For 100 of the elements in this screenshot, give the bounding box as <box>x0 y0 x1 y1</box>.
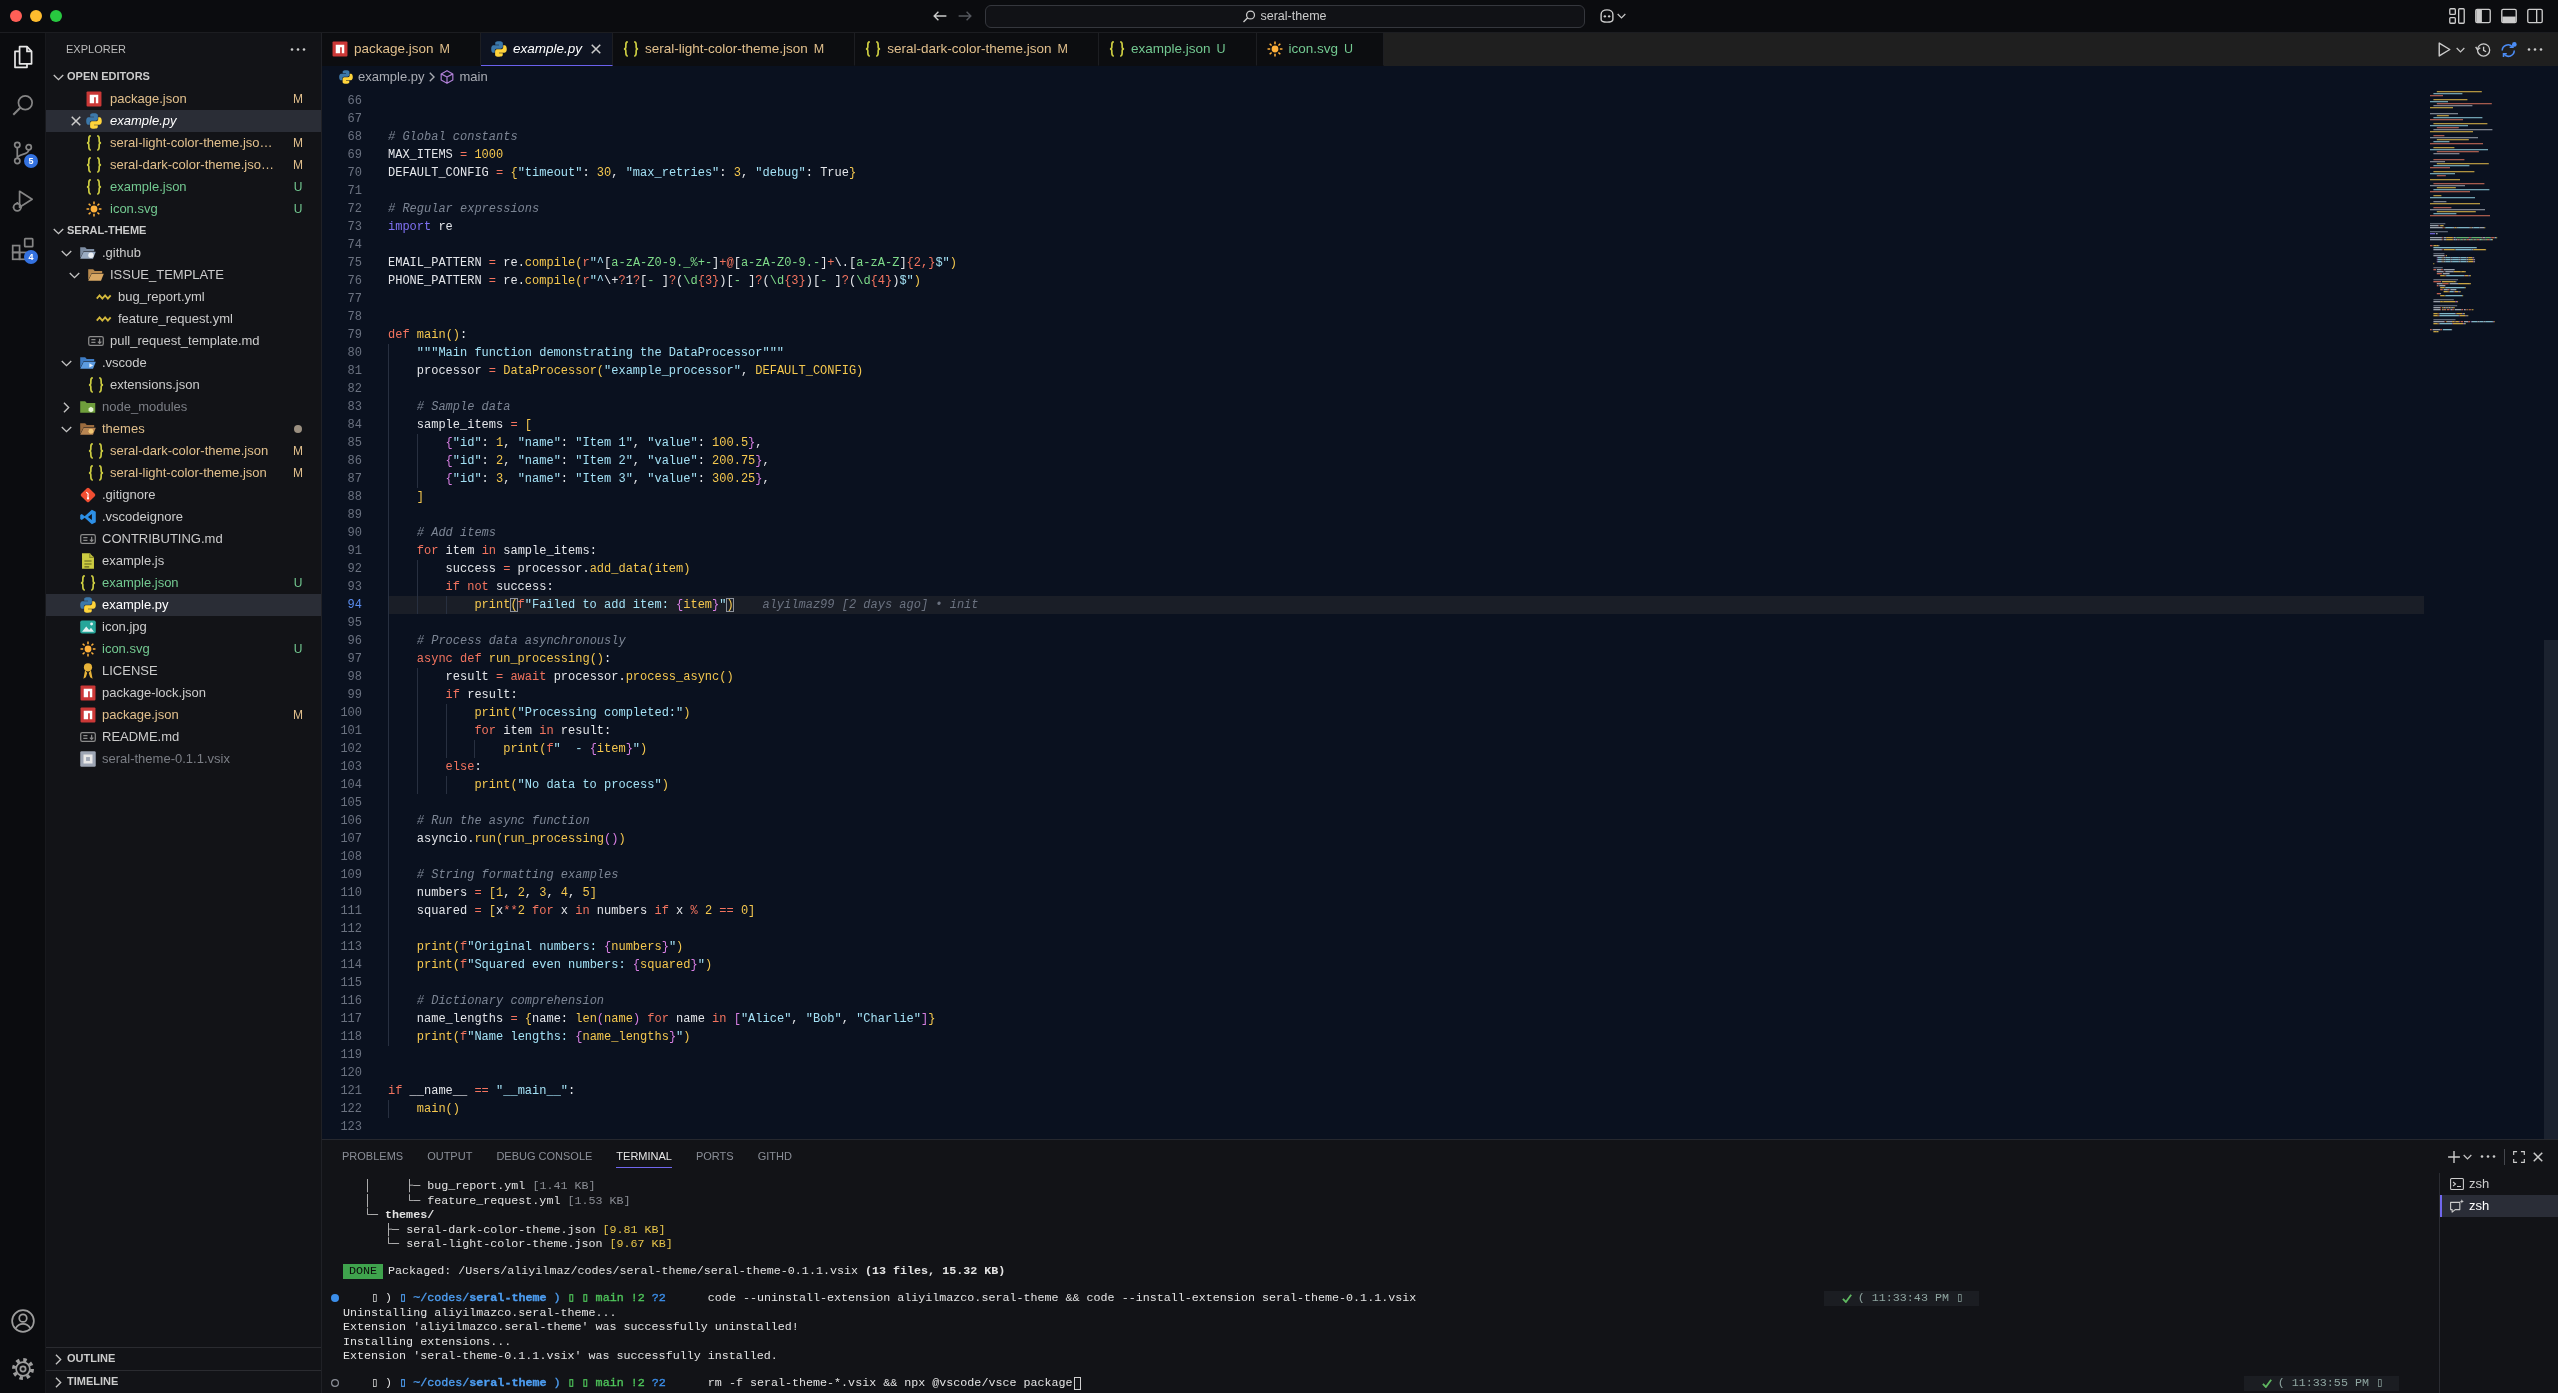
file-tree-item[interactable]: example.js <box>46 550 321 572</box>
file-tree-item[interactable]: icon.jpg <box>46 616 321 638</box>
more-icon[interactable] <box>2480 1155 2496 1158</box>
file-tree-item[interactable]: CONTRIBUTING.md <box>46 528 321 550</box>
panel-tab[interactable]: PROBLEMS <box>342 1145 404 1168</box>
sidebar-right-icon[interactable] <box>2527 8 2543 24</box>
close-icon[interactable] <box>71 116 81 126</box>
open-editor-item[interactable]: icon.svg U <box>46 198 321 220</box>
caret-icon[interactable] <box>1616 13 1626 19</box>
section-header[interactable]: TIMELINE <box>46 1371 321 1393</box>
back-arrow-icon[interactable] <box>932 11 947 21</box>
editor-tab[interactable]: icon.svg U <box>1256 33 1385 66</box>
section-header[interactable]: OPEN EDITORS <box>46 66 321 88</box>
close-icon[interactable] <box>2533 1151 2543 1162</box>
editor-tab[interactable]: example.py <box>481 33 614 66</box>
panel-bottom-icon[interactable] <box>2501 8 2517 24</box>
chevron-down-icon[interactable] <box>60 359 72 367</box>
file-tree-item[interactable]: README.md <box>46 726 321 748</box>
maximize-window-icon[interactable] <box>50 10 62 22</box>
history-icon[interactable] <box>2475 42 2491 57</box>
file-tree-item[interactable]: icon.svg U <box>46 638 321 660</box>
chevron-down-icon[interactable] <box>52 73 64 81</box>
file-tree-item[interactable]: package-lock.json <box>46 682 321 704</box>
panel-tab[interactable]: TERMINAL <box>616 1145 672 1168</box>
file-tree-item[interactable]: package.json M <box>46 704 321 726</box>
file-tree-item[interactable]: example.py <box>46 594 321 616</box>
section-header[interactable]: SERAL-THEME <box>46 220 321 242</box>
editor-tab[interactable]: seral-light-color-theme.json M <box>613 33 856 66</box>
line-number: 71 <box>346 183 363 200</box>
check-icon <box>2261 1378 2272 1388</box>
panel-tab[interactable]: GITHD <box>757 1145 792 1168</box>
file-tree-item[interactable]: node_modules <box>46 396 321 418</box>
more-icon[interactable] <box>290 48 306 51</box>
scrollbar-thumb[interactable] <box>2544 640 2558 1139</box>
file-tree-item[interactable]: extensions.json <box>46 374 321 396</box>
line-number: 100 <box>339 705 363 722</box>
chevron-right-icon[interactable] <box>62 401 70 413</box>
file-tree-item[interactable]: .gitignore <box>46 484 321 506</box>
file-tree-item[interactable]: ISSUE_TEMPLATE <box>46 264 321 286</box>
close-icon[interactable] <box>591 44 602 54</box>
panel-tab[interactable]: DEBUG CONSOLE <box>496 1145 593 1168</box>
more-icon[interactable] <box>2527 48 2543 51</box>
open-editor-item[interactable]: seral-dark-color-theme.jso… M <box>46 154 321 176</box>
chevron-down-icon[interactable] <box>52 227 64 235</box>
caret-icon[interactable] <box>2456 46 2465 53</box>
file-tree-item[interactable]: seral-theme-0.1.1.vsix <box>46 748 321 770</box>
robot-icon[interactable] <box>1598 9 1615 23</box>
chevron-down-icon[interactable] <box>60 249 72 257</box>
line-number: 85 <box>346 435 363 452</box>
close-window-icon[interactable] <box>10 10 22 22</box>
file-tree-item[interactable]: feature_request.yml <box>46 308 321 330</box>
open-editor-item[interactable]: example.json U <box>46 176 321 198</box>
run-debug-icon[interactable] <box>10 189 35 213</box>
terminal-line: │ └─ feature_request.yml [1.53 KB] <box>364 1193 631 1208</box>
section-header[interactable]: OUTLINE <box>46 1348 321 1370</box>
sidebar-left-icon[interactable] <box>2475 8 2491 24</box>
sync-icon[interactable] <box>2501 41 2517 58</box>
plus-icon[interactable] <box>2448 1150 2460 1163</box>
file-tree-item[interactable]: LICENSE <box>46 660 321 682</box>
folder-open-icon <box>88 269 104 281</box>
file-tree-item[interactable]: seral-dark-color-theme.json M <box>46 440 321 462</box>
file-tree-item[interactable]: .github <box>46 242 321 264</box>
file-tree-item[interactable]: bug_report.yml <box>46 286 321 308</box>
command-status-icon[interactable] <box>331 1379 339 1388</box>
open-editor-item[interactable]: seral-light-color-theme.jso… M <box>46 132 321 154</box>
line-number: 98 <box>346 669 363 686</box>
extensions-icon[interactable] <box>10 237 35 261</box>
chevron-right-icon[interactable] <box>54 1376 62 1388</box>
editor-tab[interactable]: example.json U <box>1099 33 1257 66</box>
chevron-down-icon[interactable] <box>60 425 72 433</box>
layout-grid-icon[interactable] <box>2449 8 2465 24</box>
minimize-window-icon[interactable] <box>30 10 42 22</box>
line-number: 83 <box>346 399 363 416</box>
file-tree-item[interactable]: seral-light-color-theme.json M <box>46 462 321 484</box>
editor-tab[interactable]: seral-dark-color-theme.json M <box>855 33 1099 66</box>
maximize-icon[interactable] <box>2513 1150 2525 1163</box>
breadcrumb-item[interactable]: main <box>440 68 488 85</box>
panel-tab[interactable]: OUTPUT <box>427 1145 473 1168</box>
terminal-session[interactable]: zsh <box>2440 1173 2558 1195</box>
command-center[interactable]: seral-theme <box>984 4 1585 28</box>
chevron-right-icon[interactable] <box>54 1353 62 1365</box>
code-line: ] <box>416 489 424 506</box>
editor-tab[interactable]: package.json M <box>322 33 481 66</box>
file-tree-item[interactable]: themes <box>46 418 321 440</box>
command-status-icon[interactable] <box>331 1294 339 1303</box>
search-icon[interactable] <box>10 93 35 117</box>
file-tree-item[interactable]: .vscode <box>46 352 321 374</box>
file-tree-item[interactable]: pull_request_template.md <box>46 330 321 352</box>
settings-icon[interactable] <box>10 1357 35 1381</box>
caret-icon[interactable] <box>2463 1153 2472 1160</box>
breadcrumb-item[interactable]: example.py <box>339 68 425 85</box>
account-icon[interactable] <box>10 1309 35 1333</box>
terminal-session[interactable]: zsh <box>2440 1195 2558 1217</box>
file-tree-item[interactable]: example.json U <box>46 572 321 594</box>
panel-tab[interactable]: PORTS <box>695 1145 734 1168</box>
file-tree-item[interactable]: .vscodeignore <box>46 506 321 528</box>
open-editor-item[interactable]: example.py <box>46 110 321 132</box>
chevron-down-icon[interactable] <box>68 271 80 279</box>
play-icon[interactable] <box>2438 42 2451 57</box>
open-editor-item[interactable]: package.json M <box>46 88 321 110</box>
